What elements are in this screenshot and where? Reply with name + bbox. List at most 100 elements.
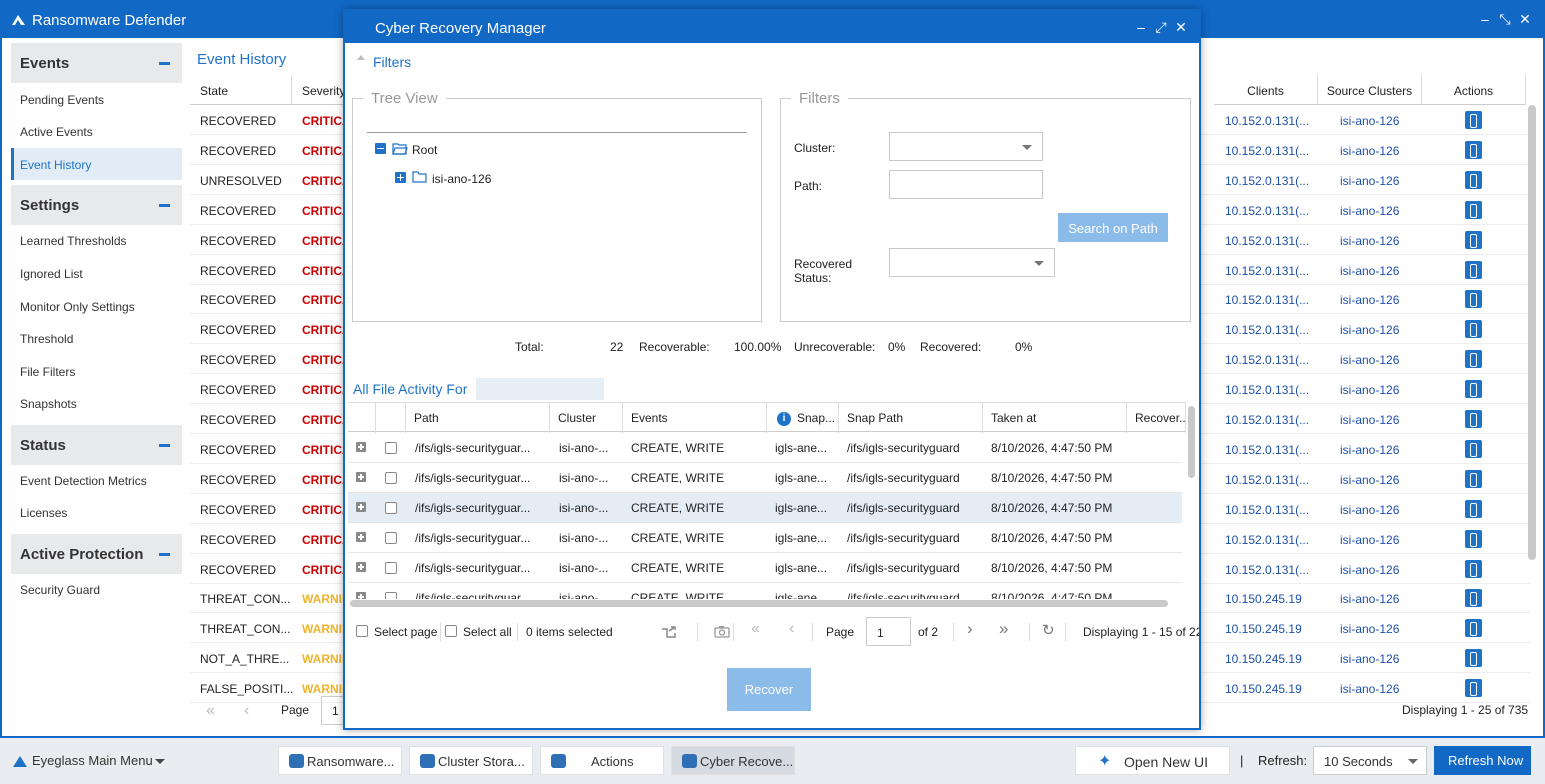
tree-node-root[interactable]: Root [412,143,437,157]
first-page-icon[interactable]: « [751,620,760,638]
sidebar-item-security-guard[interactable]: Security Guard [20,583,100,597]
event-source-cluster[interactable]: isi-ano-126 [1340,383,1399,397]
sidebar-item-event-history[interactable]: Event History [20,158,91,172]
expand-row-icon[interactable] [356,472,366,482]
event-source-cluster[interactable]: isi-ano-126 [1340,503,1399,517]
recovery-action-icon[interactable] [1465,140,1482,159]
section-settings[interactable]: Settings [11,185,182,225]
event-client[interactable]: 10.152.0.131(... [1225,563,1309,577]
first-page-icon[interactable]: « [206,702,215,720]
event-client[interactable]: 10.152.0.131(... [1225,323,1309,337]
event-source-cluster[interactable]: isi-ano-126 [1340,473,1399,487]
camera-icon[interactable] [714,625,730,638]
path-input[interactable] [889,170,1043,199]
export-icon[interactable] [661,625,677,638]
open-new-ui-button[interactable]: ✦ Open New UI [1075,746,1230,775]
recovery-action-icon[interactable] [1465,170,1482,189]
activity-row[interactable]: /ifs/igls-securityguar... isi-ano-... CREA… [348,553,1182,583]
grid-horizontal-scrollbar[interactable] [350,600,1168,607]
refresh-icon[interactable]: ↻ [1042,621,1055,639]
recovery-action-icon[interactable] [1465,559,1482,578]
event-source-cluster[interactable]: isi-ano-126 [1340,443,1399,457]
recovery-action-icon[interactable] [1465,111,1482,129]
event-source-cluster[interactable]: isi-ano-126 [1340,204,1399,218]
column-header-recover[interactable]: Recover... [1127,403,1186,433]
collapse-icon[interactable] [159,62,170,65]
event-source-cluster[interactable]: isi-ano-126 [1340,264,1399,278]
event-client[interactable]: 10.152.0.131(... [1225,413,1309,427]
collapse-icon[interactable] [159,444,170,447]
close-icon[interactable]: ✕ [1517,11,1533,27]
event-client[interactable]: 10.152.0.131(... [1225,503,1309,517]
event-client[interactable]: 10.152.0.131(... [1225,293,1309,307]
row-checkbox[interactable] [385,562,397,574]
recovery-action-icon[interactable] [1465,619,1482,638]
column-header-source-clusters[interactable]: Source Clusters [1318,75,1422,105]
event-history-scrollbar[interactable] [1528,105,1536,560]
search-on-path-button[interactable]: Search on Path [1058,213,1168,242]
event-client[interactable]: 10.150.245.19 [1225,682,1302,696]
event-source-cluster[interactable]: isi-ano-126 [1340,234,1399,248]
sidebar-item-file-filters[interactable]: File Filters [20,365,75,379]
recovery-action-icon[interactable] [1465,410,1482,428]
activity-row[interactable]: /ifs/igls-securityguar... isi-ano-... CREA… [348,493,1182,523]
recover-button[interactable]: Recover [727,668,811,711]
sidebar-item-licenses[interactable]: Licenses [20,506,67,520]
expand-node-icon[interactable] [395,172,406,183]
last-page-icon[interactable]: » [999,619,1008,639]
column-header-actions[interactable]: Actions [1422,75,1526,105]
task-cyber-recovery[interactable]: Cyber Recove... [671,746,795,775]
info-icon[interactable]: i [777,412,791,426]
column-header-cluster[interactable]: Cluster [550,403,623,433]
sidebar-item-event-detection-metrics[interactable]: Event Detection Metrics [20,474,147,488]
sidebar-item-snapshots[interactable]: Snapshots [20,397,77,411]
activity-row[interactable]: /ifs/igls-securityguar... isi-ano-... CREA… [348,523,1182,553]
event-client[interactable]: 10.150.245.19 [1225,592,1302,606]
event-client[interactable]: 10.152.0.131(... [1225,144,1309,158]
activity-row[interactable]: /ifs/igls-securityguar... isi-ano-... CREA… [348,433,1182,463]
grid-vertical-scrollbar[interactable] [1188,406,1195,478]
task-actions[interactable]: Actions [540,746,664,775]
event-client[interactable]: 10.150.245.19 [1225,622,1302,636]
sidebar-item-threshold[interactable]: Threshold [20,332,73,346]
sidebar-item-ignored-list[interactable]: Ignored List [20,267,83,281]
select-all-checkbox[interactable] [445,625,457,637]
event-source-cluster[interactable]: isi-ano-126 [1340,413,1399,427]
sidebar-item-learned-thresholds[interactable]: Learned Thresholds [20,234,127,248]
section-active-protection[interactable]: Active Protection [11,534,182,574]
row-checkbox[interactable] [385,532,397,544]
collapse-icon[interactable] [159,553,170,556]
event-source-cluster[interactable]: isi-ano-126 [1340,622,1399,636]
column-header-events[interactable]: Events [623,403,767,433]
prev-page-icon[interactable]: ‹ [244,702,249,720]
maximize-icon[interactable]: ⤢ [1153,19,1169,35]
sidebar-item-monitor-only-settings[interactable]: Monitor Only Settings [20,300,135,314]
event-client[interactable]: 10.152.0.131(... [1225,204,1309,218]
event-client[interactable]: 10.152.0.131(... [1225,443,1309,457]
row-checkbox[interactable] [385,502,397,514]
event-client[interactable]: 10.152.0.131(... [1225,174,1309,188]
event-source-cluster[interactable]: isi-ano-126 [1340,323,1399,337]
recovery-action-icon[interactable] [1465,290,1482,309]
event-source-cluster[interactable]: isi-ano-126 [1340,652,1399,666]
task-ransomware[interactable]: Ransomware... [278,746,402,775]
minimize-icon[interactable]: ‒ [1133,19,1149,35]
event-source-cluster[interactable]: isi-ano-126 [1340,293,1399,307]
column-header-path[interactable]: Path [406,403,550,433]
event-source-cluster[interactable]: isi-ano-126 [1340,592,1399,606]
expand-row-icon[interactable] [356,562,366,572]
event-source-cluster[interactable]: isi-ano-126 [1340,533,1399,547]
next-page-icon[interactable]: › [967,619,973,639]
recovery-action-icon[interactable] [1465,320,1482,339]
recovery-action-icon[interactable] [1465,499,1482,518]
recovery-action-icon[interactable] [1465,589,1482,608]
filters-header[interactable]: Filters [345,43,1199,77]
cluster-select[interactable] [889,132,1043,161]
event-client[interactable]: 10.150.245.19 [1225,652,1302,666]
expand-row-icon[interactable] [356,592,366,599]
event-client[interactable]: 10.152.0.131(... [1225,234,1309,248]
recovery-action-icon[interactable] [1465,439,1482,458]
event-client[interactable]: 10.152.0.131(... [1225,114,1309,128]
recovery-action-icon[interactable] [1465,679,1482,698]
row-checkbox[interactable] [385,592,397,599]
